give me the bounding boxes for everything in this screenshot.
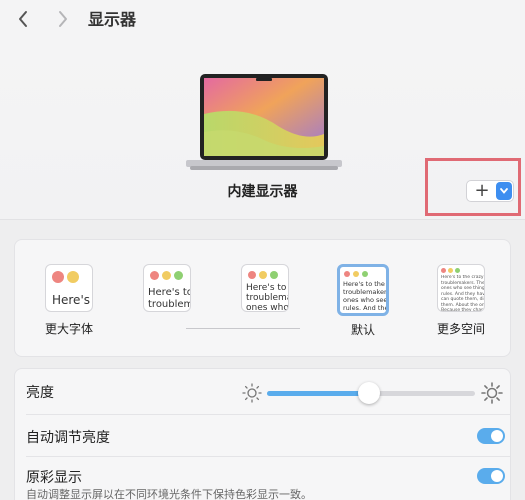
- resolution-thumbnail: Here's: [45, 264, 93, 312]
- display-settings-list: 亮度 自动调节亮度 原彩显示 自动调整显示屏以在不同环境光条件下保持色彩显示一致…: [14, 368, 511, 500]
- laptop-display-icon: [186, 74, 342, 170]
- resolution-preview-text: Here's to the crazy one troublemakers. T…: [441, 275, 484, 312]
- forward-button[interactable]: [52, 8, 74, 30]
- resolution-thumbnail: Here's to t troublema ones who s: [241, 264, 289, 312]
- resolution-scale-track: [186, 328, 300, 329]
- title-bar: 显示器: [0, 0, 525, 40]
- back-button[interactable]: [12, 8, 34, 30]
- brightness-slider-fill: [267, 391, 369, 396]
- resolution-option-label: 更多空间: [436, 322, 485, 336]
- resolution-option-label: 更大字体: [44, 322, 93, 336]
- brightness-low-icon: [242, 383, 262, 403]
- resolution-option-default[interactable]: Here's to the c troublemakers. ones who …: [331, 264, 395, 338]
- resolution-option-2[interactable]: Here's to troublem: [135, 264, 199, 312]
- resolution-option-label: 默认: [350, 323, 375, 337]
- add-display-button[interactable]: +: [467, 181, 497, 201]
- divider: [26, 414, 510, 415]
- toggle-knob: [491, 430, 503, 442]
- resolution-panel: Here's 更大字体 Here's to troublem Here's to…: [14, 239, 511, 357]
- chevron-left-icon: [19, 11, 27, 27]
- resolution-option-3[interactable]: Here's to t troublema ones who s: [233, 264, 297, 312]
- page-title: 显示器: [88, 10, 137, 29]
- add-display-dropdown[interactable]: [496, 182, 512, 200]
- brightness-slider[interactable]: [267, 382, 475, 404]
- resolution-thumbnail: Here's to the crazy one troublemakers. T…: [437, 264, 485, 312]
- divider: [26, 456, 510, 457]
- auto-brightness-toggle[interactable]: [477, 428, 505, 444]
- brightness-high-icon: [481, 382, 503, 404]
- resolution-option-larger-text[interactable]: Here's 更大字体: [37, 264, 101, 337]
- true-tone-label: 原彩显示: [26, 470, 82, 486]
- add-display-control[interactable]: +: [466, 180, 514, 202]
- resolution-thumbnail: Here's to troublem: [143, 264, 191, 312]
- resolution-thumbnail-selected: Here's to the c troublemakers. ones who …: [337, 264, 389, 316]
- chevron-right-icon: [59, 11, 67, 27]
- plus-icon: +: [474, 180, 490, 201]
- resolution-preview-text: Here's to the c troublemakers. ones who …: [343, 280, 386, 312]
- resolution-preview-text: Here's to troublem: [148, 287, 190, 310]
- toggle-knob: [491, 470, 503, 482]
- true-tone-description: 自动调整显示屏以在不同环境光条件下保持色彩显示一致。: [26, 488, 312, 500]
- brightness-label: 亮度: [26, 385, 54, 401]
- resolution-option-more-space[interactable]: Here's to the crazy one troublemakers. T…: [429, 264, 493, 337]
- auto-brightness-label: 自动调节亮度: [26, 430, 110, 446]
- brightness-slider-knob[interactable]: [357, 382, 380, 404]
- resolution-preview-text: Here's to t troublema ones who s: [246, 283, 288, 312]
- true-tone-toggle[interactable]: [477, 468, 505, 484]
- resolution-preview-text: Here's: [51, 293, 90, 307]
- chevron-down-icon: [500, 188, 508, 194]
